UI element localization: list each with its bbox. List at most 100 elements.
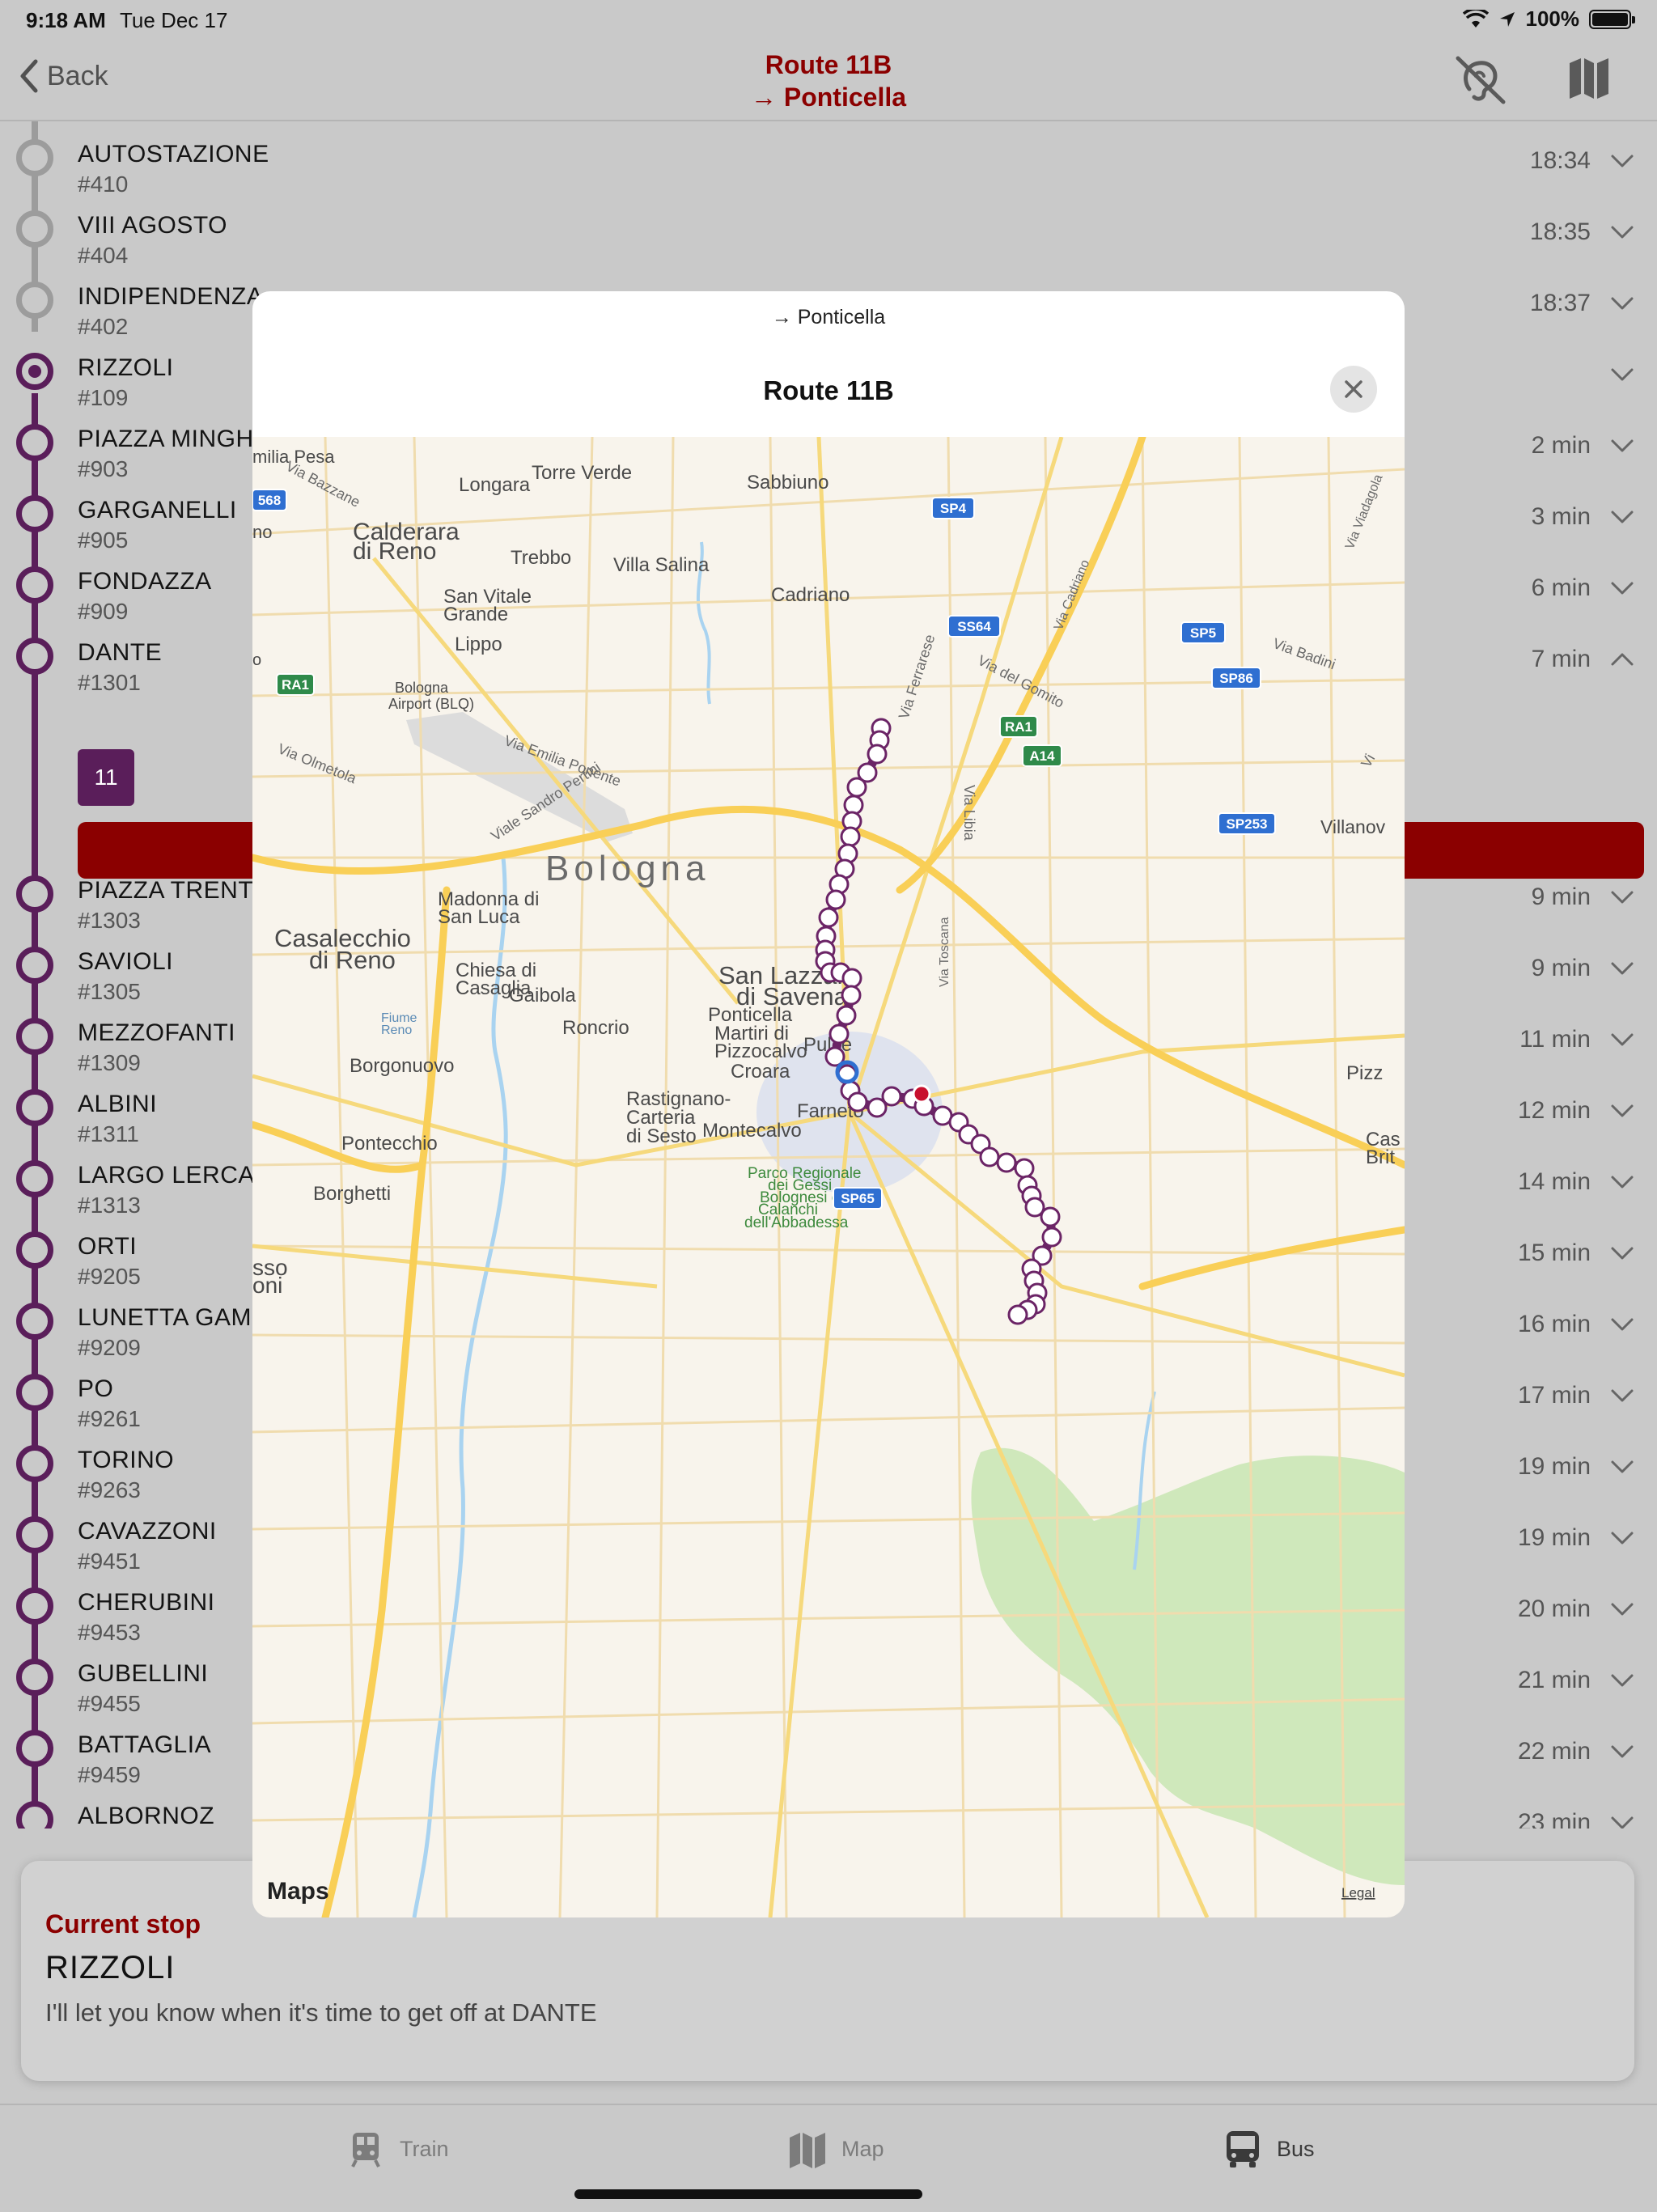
route-stop-marker[interactable] — [1041, 1227, 1062, 1248]
route-map[interactable]: milia Pesa Longara Torre Verde Sabbiuno Cald… — [252, 437, 1405, 1917]
status-right: 100% — [1462, 6, 1635, 32]
place-label: Montecalvo — [702, 1120, 802, 1142]
route-stop-marker[interactable] — [1040, 1206, 1061, 1227]
stop-row[interactable]: VIII AGOSTO #404 18:35 — [0, 207, 1657, 278]
route-stop-marker[interactable] — [825, 889, 846, 910]
place-label: Pizz — [1346, 1062, 1383, 1084]
road-shield: 568 — [252, 489, 287, 511]
legal-link[interactable]: Legal — [1341, 1885, 1375, 1901]
route-stop-marker[interactable] — [818, 907, 839, 928]
road-label: Via Viadagola — [1343, 472, 1386, 551]
stop-code: #1303 — [78, 908, 141, 933]
stop-marker — [16, 1374, 53, 1411]
hearing-off-icon[interactable] — [1451, 53, 1510, 105]
chevron-down-icon[interactable] — [1610, 1385, 1634, 1406]
stop-row[interactable]: AUTOSTAZIONE #410 18:34 — [0, 136, 1657, 207]
route-stop-marker[interactable] — [840, 826, 861, 847]
stop-marker — [16, 875, 53, 913]
route-stop-marker[interactable] — [867, 744, 888, 765]
chevron-down-icon[interactable] — [1610, 1314, 1634, 1335]
chevron-down-icon[interactable] — [1610, 1812, 1634, 1829]
stop-row[interactable]: SACRO CUORE#400218:31 — [0, 121, 1657, 136]
road-shield: SP65 — [833, 1187, 883, 1210]
chevron-down-icon[interactable] — [1610, 364, 1634, 385]
current-stop-name: RIZZOLI — [45, 1950, 176, 1985]
chevron-down-icon[interactable] — [1610, 293, 1634, 314]
chevron-down-icon[interactable] — [1610, 1670, 1634, 1691]
route-stop-marker[interactable] — [1014, 1158, 1035, 1179]
chevron-down-icon[interactable] — [1610, 1029, 1634, 1050]
route-stop-marker[interactable] — [828, 1023, 850, 1045]
place-label: Cadriano — [771, 584, 850, 606]
stop-marker — [16, 495, 53, 532]
stop-eta: 2 min — [1531, 432, 1591, 459]
map-icon[interactable] — [1566, 53, 1625, 105]
stop-name: GARGANELLI — [78, 497, 237, 523]
chevron-down-icon[interactable] — [1610, 222, 1634, 243]
close-button[interactable] — [1330, 366, 1377, 413]
stop-code: #9455 — [78, 1691, 141, 1716]
chevron-down-icon[interactable] — [1610, 1100, 1634, 1121]
chevron-down-icon[interactable] — [1610, 887, 1634, 908]
nav-actions — [1451, 53, 1625, 105]
route-stop-marker[interactable] — [836, 1005, 857, 1026]
route-stop-marker[interactable] — [847, 1091, 868, 1112]
stop-eta: 21 min — [1517, 1667, 1591, 1693]
tab-map[interactable]: Map — [788, 2129, 884, 2168]
stop-name: AUTOSTAZIONE — [78, 141, 269, 167]
route-stop-marker[interactable] — [1007, 1304, 1028, 1325]
stop-code: #1309 — [78, 1050, 141, 1075]
status-bar: 9:18 AM Tue Dec 17 100% — [0, 0, 1657, 39]
stop-marker — [16, 947, 53, 984]
tab-bus[interactable]: Bus — [1223, 2129, 1315, 2168]
route-stop-marker[interactable] — [881, 1086, 902, 1107]
place-label: Reno — [381, 1023, 412, 1037]
current-stop-marker[interactable] — [912, 1084, 931, 1104]
home-indicator[interactable] — [574, 2189, 922, 2199]
place-label: Roncrio — [562, 1017, 629, 1039]
place-label: Bologna — [395, 680, 449, 696]
chevron-down-icon[interactable] — [1610, 506, 1634, 528]
place-label: Borgonuovo — [350, 1055, 454, 1077]
close-icon — [1345, 380, 1362, 398]
route-stop-marker[interactable] — [841, 968, 862, 989]
battery-fill — [1592, 12, 1628, 26]
modal-title: Route 11B — [763, 375, 894, 405]
stop-name: PO — [78, 1375, 114, 1402]
road-shield: SP4 — [931, 497, 975, 519]
chevron-down-icon[interactable] — [1610, 1741, 1634, 1762]
chevron-down-icon[interactable] — [1610, 1172, 1634, 1193]
line-badge[interactable]: 11 — [78, 749, 134, 806]
place-label: o — [252, 651, 261, 669]
stop-eta: 18:37 — [1529, 290, 1591, 316]
chevron-down-icon[interactable] — [1610, 1599, 1634, 1620]
road-label: Via Ferrarese — [896, 633, 939, 722]
stop-marker — [16, 1587, 53, 1625]
stop-code: #9263 — [78, 1477, 141, 1502]
road-label: Via Olmetola — [276, 740, 360, 786]
road-label: Via Libia — [961, 785, 977, 841]
stop-marker — [16, 139, 53, 176]
tab-train[interactable]: Train — [346, 2129, 449, 2168]
chevron-down-icon[interactable] — [1610, 435, 1634, 456]
stop-eta: 9 min — [1531, 955, 1591, 981]
chevron-down-icon[interactable] — [1610, 958, 1634, 979]
chevron-down-icon[interactable] — [1610, 578, 1634, 599]
route-stop-marker[interactable] — [979, 1146, 1000, 1167]
chevron-down-icon[interactable] — [1610, 150, 1634, 172]
chevron-up-icon[interactable] — [1610, 649, 1634, 670]
route-stop-marker[interactable] — [846, 777, 867, 798]
place-label: San Luca — [438, 906, 520, 928]
stop-eta: 22 min — [1517, 1738, 1591, 1765]
stop-eta: 15 min — [1517, 1239, 1591, 1266]
map-canvas[interactable]: milia PesaLongaraTorre Verde SabbiunoCald… — [252, 437, 1405, 1917]
chevron-down-icon[interactable] — [1610, 1243, 1634, 1264]
route-stop-marker[interactable] — [996, 1152, 1017, 1173]
route-stop-marker[interactable] — [841, 985, 862, 1006]
road-shield-label: SP65 — [841, 1191, 875, 1206]
stop-code: #109 — [78, 385, 129, 410]
chevron-down-icon[interactable] — [1610, 1528, 1634, 1549]
stop-eta: 20 min — [1517, 1595, 1591, 1622]
chevron-down-icon[interactable] — [1610, 1456, 1634, 1477]
location-arrow-icon — [1499, 11, 1515, 27]
